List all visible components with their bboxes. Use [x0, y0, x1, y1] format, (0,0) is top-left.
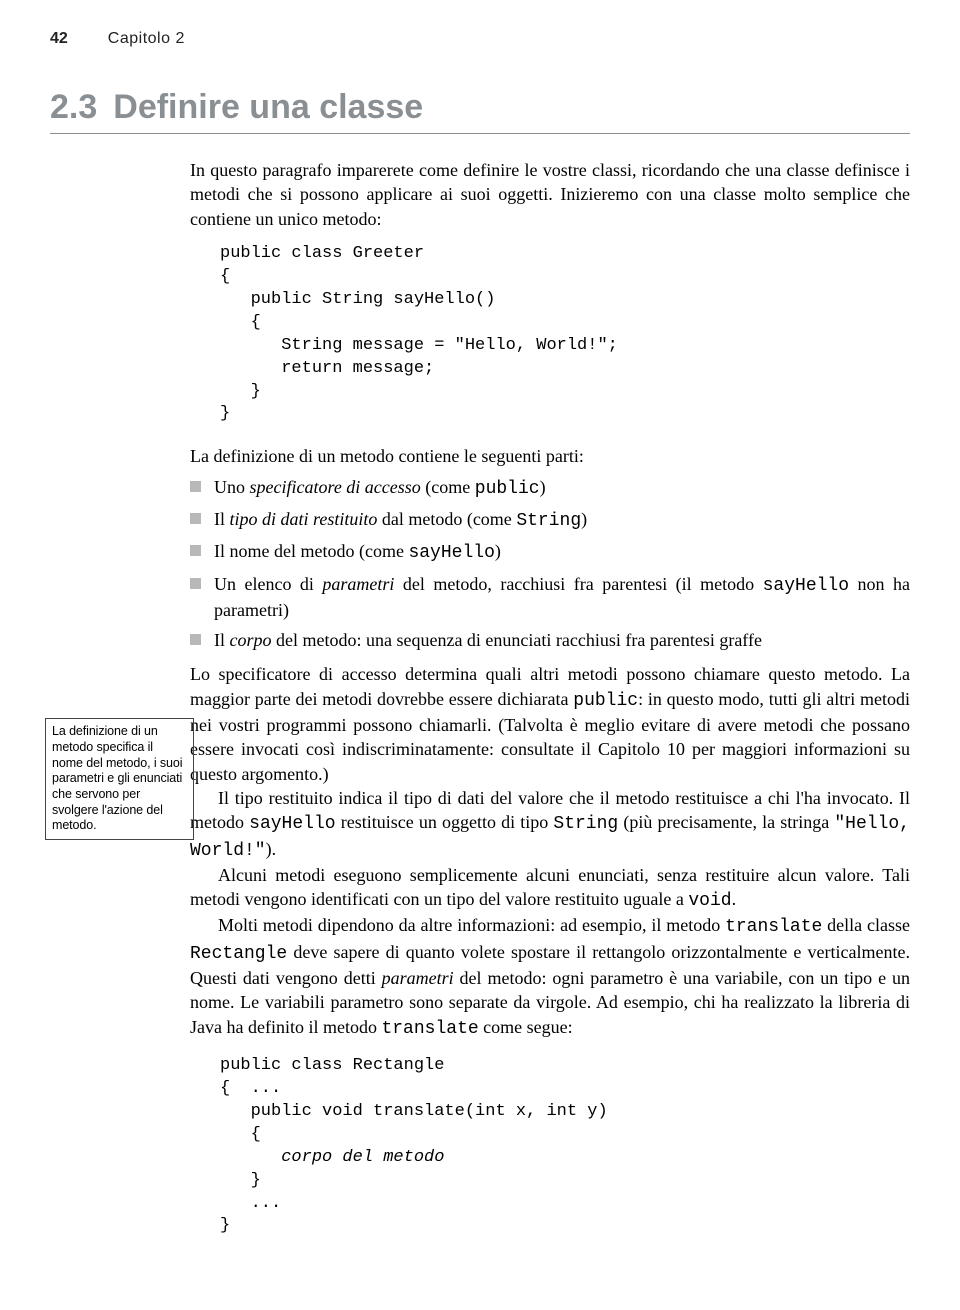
body-column: In questo paragrafo imparerete come defi…	[190, 158, 910, 1238]
list-item: Il corpo del metodo: una sequenza di enu…	[190, 628, 910, 652]
code-block-greeter: public class Greeter { public String say…	[220, 243, 910, 427]
intro-paragraph: In questo paragrafo imparerete come defi…	[190, 158, 910, 231]
section-number: 2.3	[50, 88, 97, 126]
list-item: Il tipo di dati restituito dal metodo (c…	[190, 507, 910, 533]
margin-note: La definizione di un metodo specifica il…	[45, 718, 194, 839]
chapter-label: Capitolo 2	[108, 30, 185, 48]
page: 42 Capitolo 2 2.3 Definire una classe In …	[0, 0, 960, 1296]
list-item: Un elenco di parametri del metodo, racch…	[190, 572, 910, 623]
bullet-list: Uno specificatore di accesso (come publi…	[190, 475, 910, 653]
text-with-sidebar: La definizione di un metodo specifica il…	[190, 662, 910, 1040]
section-title: Definire una classe	[113, 88, 423, 126]
list-item: Uno specificatore di accesso (come publi…	[190, 475, 910, 501]
code-block-rectangle: public class Rectangle { ... public void…	[220, 1055, 910, 1239]
section-heading: 2.3 Definire una classe	[50, 88, 910, 134]
body-paragraph: Lo specificatore di accesso determina qu…	[190, 662, 910, 1040]
list-intro: La definizione di un metodo contiene le …	[190, 444, 910, 468]
list-item: Il nome del metodo (come sayHello)	[190, 539, 910, 565]
page-header: 42 Capitolo 2	[50, 30, 910, 48]
page-number: 42	[50, 30, 68, 48]
